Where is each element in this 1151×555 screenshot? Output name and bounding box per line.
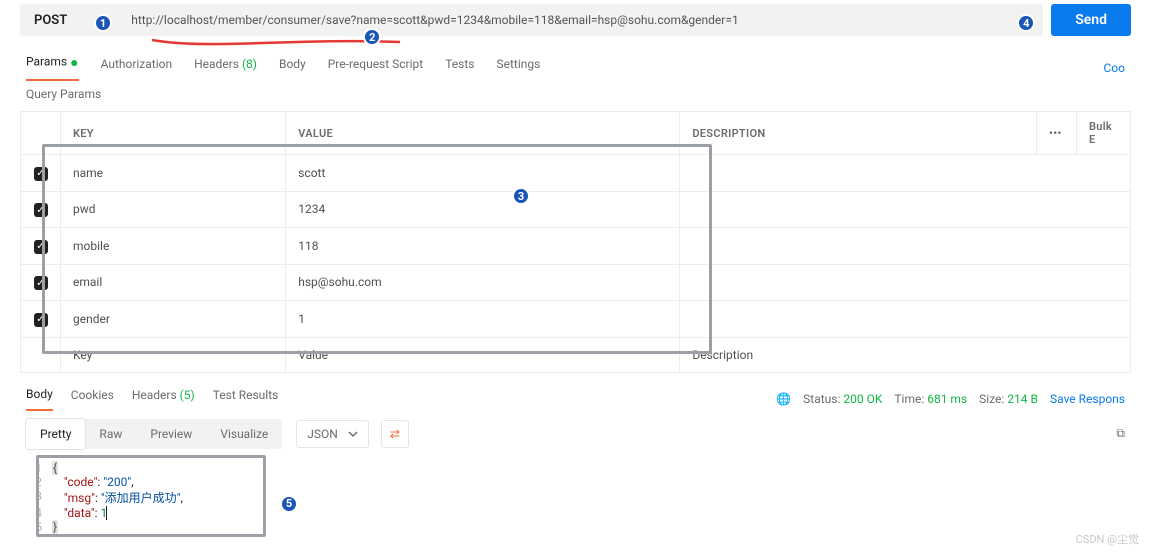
save-response-button[interactable]: Save Respons xyxy=(1050,392,1125,406)
annotation-badge-5: 5 xyxy=(280,495,298,513)
resp-tab-headers[interactable]: Headers (5) xyxy=(132,388,195,410)
watermark: CSDN @尘觉 xyxy=(1076,531,1139,547)
http-method-label: POST xyxy=(34,13,67,28)
tab-authorization[interactable]: Authorization xyxy=(101,57,173,79)
request-bar: POST 1 2 4 Send xyxy=(0,0,1151,36)
table-row: ✓ namescott xyxy=(21,155,1131,192)
param-value-placeholder[interactable]: Value xyxy=(286,337,680,372)
param-desc-placeholder[interactable]: Description xyxy=(680,337,1131,372)
row-checkbox[interactable]: ✓ xyxy=(34,313,48,327)
col-description: DESCRIPTION xyxy=(680,112,1037,155)
annotation-badge-3: 3 xyxy=(512,187,530,205)
params-dirty-dot: ● xyxy=(70,55,78,71)
response-status-bar: 🌐 Status: 200 OK Time: 681 ms Size: 214 … xyxy=(776,392,1125,406)
tab-pre-request-script[interactable]: Pre-request Script xyxy=(328,57,423,79)
response-time: 681 ms xyxy=(927,392,967,406)
response-view-bar: Pretty Raw Preview Visualize JSON ⇄ ⧉ xyxy=(0,411,1151,457)
col-key: KEY xyxy=(61,112,286,155)
param-desc-cell[interactable] xyxy=(680,264,1131,301)
table-row: ✓ mobile118 xyxy=(21,228,1131,265)
resp-tab-cookies[interactable]: Cookies xyxy=(71,388,114,410)
tab-settings[interactable]: Settings xyxy=(496,57,540,79)
http-method-select[interactable]: POST 1 xyxy=(20,4,119,36)
tab-params[interactable]: Params ● xyxy=(26,54,79,81)
url-input-container: 2 4 xyxy=(119,4,1043,36)
resp-tab-test-results[interactable]: Test Results xyxy=(213,388,279,410)
tab-tests[interactable]: Tests xyxy=(445,57,474,79)
view-raw[interactable]: Raw xyxy=(85,419,136,449)
url-input[interactable] xyxy=(129,12,1033,28)
send-button[interactable]: Send xyxy=(1051,4,1131,36)
param-key-placeholder[interactable]: Key xyxy=(61,337,286,372)
table-row: ✓ emailhsp@sohu.com xyxy=(21,264,1131,301)
response-tabs: Body Cookies Headers (5) Test Results 🌐 … xyxy=(0,373,1151,411)
status-code: 200 OK xyxy=(843,392,882,406)
row-checkbox[interactable]: ✓ xyxy=(34,240,48,254)
annotation-badge-4: 4 xyxy=(1017,14,1035,32)
chevron-down-icon xyxy=(348,429,358,439)
table-row: ✓ gender1 xyxy=(21,301,1131,338)
row-checkbox[interactable]: ✓ xyxy=(34,276,48,290)
param-value-cell[interactable]: hsp@sohu.com xyxy=(286,264,680,301)
param-key-cell[interactable]: mobile xyxy=(61,228,286,265)
param-value-cell[interactable]: 118 xyxy=(286,228,680,265)
row-checkbox[interactable]: ✓ xyxy=(34,167,48,181)
bulk-edit-button[interactable]: Bulk E xyxy=(1077,112,1131,155)
param-key-cell[interactable]: name xyxy=(61,155,286,192)
param-desc-cell[interactable] xyxy=(680,155,1131,192)
resp-tab-body[interactable]: Body xyxy=(26,387,53,411)
response-size: 214 B xyxy=(1007,392,1038,406)
param-desc-cell[interactable] xyxy=(680,301,1131,338)
param-key-cell[interactable]: pwd xyxy=(61,191,286,228)
more-options-icon[interactable]: ••• xyxy=(1037,112,1077,155)
query-params-table: KEY VALUE DESCRIPTION ••• Bulk E ✓ namesc… xyxy=(20,111,1131,373)
table-row: ✓ pwd1234 xyxy=(21,191,1131,228)
response-lang-select[interactable]: JSON xyxy=(296,420,369,448)
annotation-badge-1: 1 xyxy=(94,14,112,32)
cookies-link[interactable]: Coo xyxy=(1104,61,1126,75)
tab-body[interactable]: Body xyxy=(279,57,306,79)
globe-icon[interactable]: 🌐 xyxy=(776,392,791,406)
col-value: VALUE xyxy=(286,112,680,155)
param-key-cell[interactable]: email xyxy=(61,264,286,301)
view-visualize[interactable]: Visualize xyxy=(206,419,282,449)
view-preview[interactable]: Preview xyxy=(136,419,206,449)
table-row-new: KeyValueDescription xyxy=(21,337,1131,372)
param-value-cell[interactable]: 1234 xyxy=(286,191,680,228)
row-checkbox[interactable]: ✓ xyxy=(34,203,48,217)
copy-response-icon[interactable]: ⧉ xyxy=(1116,426,1125,441)
view-pretty[interactable]: Pretty xyxy=(26,419,85,449)
response-body-code[interactable]: 1{ 2 "code": "200", 3 "msg": "添加用户成功", 4… xyxy=(0,457,1151,544)
param-value-cell[interactable]: scott xyxy=(286,155,680,192)
param-value-cell[interactable]: 1 xyxy=(286,301,680,338)
param-desc-cell[interactable] xyxy=(680,191,1131,228)
query-params-heading: Query Params xyxy=(0,81,1151,111)
param-key-cell[interactable]: gender xyxy=(61,301,286,338)
tab-headers[interactable]: Headers (8) xyxy=(194,57,257,79)
request-tabs: Params ● Authorization Headers (8) Body … xyxy=(0,36,1151,81)
param-desc-cell[interactable] xyxy=(680,228,1131,265)
wrap-lines-button[interactable]: ⇄ xyxy=(381,420,409,448)
